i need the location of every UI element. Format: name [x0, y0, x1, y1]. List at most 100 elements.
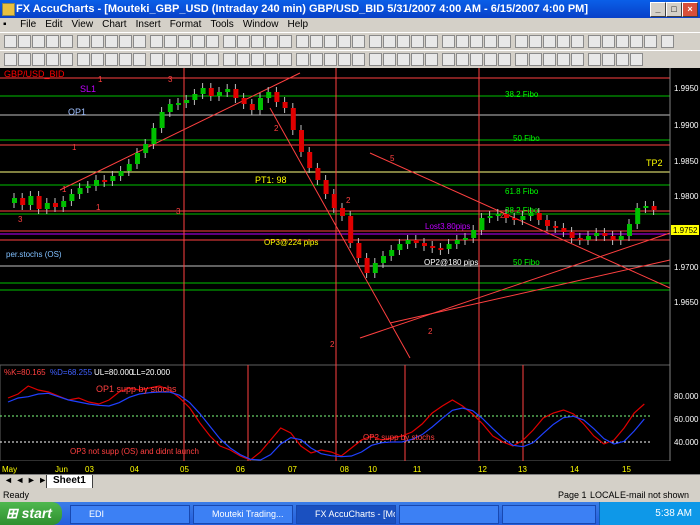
toolbar-button[interactable] — [425, 35, 438, 48]
toolbar-button[interactable] — [164, 53, 177, 66]
toolbar-button[interactable] — [397, 53, 410, 66]
toolbar-button[interactable] — [32, 35, 45, 48]
toolbar-button[interactable] — [369, 53, 382, 66]
toolbar-button[interactable] — [192, 53, 205, 66]
sheet-nav-arrows[interactable]: ◄ ◄ ► ► — [4, 475, 47, 485]
toolbar-button[interactable] — [223, 35, 236, 48]
toolbar-button[interactable] — [352, 53, 365, 66]
toolbar-button[interactable] — [310, 35, 323, 48]
taskbar-item-edi[interactable]: EDI — [70, 505, 190, 524]
toolbar-button[interactable] — [529, 53, 542, 66]
toolbar-button[interactable] — [602, 35, 615, 48]
toolbar-button[interactable] — [588, 35, 601, 48]
menu-insert[interactable]: Insert — [133, 18, 164, 32]
toolbar-button[interactable] — [338, 53, 351, 66]
toolbar-button[interactable] — [630, 35, 643, 48]
toolbar-button[interactable] — [661, 35, 674, 48]
toolbar-button[interactable] — [644, 35, 657, 48]
toolbar-button[interactable] — [265, 35, 278, 48]
toolbar-button[interactable] — [32, 53, 45, 66]
toolbar-button[interactable] — [91, 53, 104, 66]
toolbar-button[interactable] — [456, 53, 469, 66]
tab-sheet1[interactable]: Sheet1 — [46, 475, 93, 489]
toolbar-button[interactable] — [237, 35, 250, 48]
toolbar-button[interactable] — [557, 35, 570, 48]
taskbar-item-mouteki[interactable]: Mouteki Trading... — [193, 505, 293, 524]
menu-help[interactable]: Help — [285, 18, 312, 32]
minimize-button[interactable]: _ — [650, 2, 666, 17]
toolbar-button[interactable] — [192, 35, 205, 48]
toolbar-button[interactable] — [223, 53, 236, 66]
toolbar-button[interactable] — [46, 53, 59, 66]
toolbar-button[interactable] — [369, 35, 382, 48]
toolbar-button[interactable] — [60, 35, 73, 48]
toolbar-button[interactable] — [119, 53, 132, 66]
toolbar-button[interactable] — [515, 53, 528, 66]
toolbar-button[interactable] — [442, 53, 455, 66]
start-button[interactable]: ⊞ start — [0, 502, 62, 525]
menu-chart[interactable]: Chart — [99, 18, 129, 32]
toolbar-button[interactable] — [383, 53, 396, 66]
toolbar-button[interactable] — [18, 35, 31, 48]
toolbar-button[interactable] — [296, 35, 309, 48]
taskbar-item-4[interactable] — [399, 505, 499, 524]
toolbar-button[interactable] — [338, 35, 351, 48]
toolbar-button[interactable] — [206, 53, 219, 66]
maximize-button[interactable]: □ — [666, 2, 682, 17]
menu-view[interactable]: View — [69, 18, 97, 32]
toolbar-button[interactable] — [484, 35, 497, 48]
toolbar-button[interactable] — [251, 35, 264, 48]
toolbar-button[interactable] — [383, 35, 396, 48]
toolbar-button[interactable] — [296, 53, 309, 66]
toolbar-button[interactable] — [425, 53, 438, 66]
toolbar-button[interactable] — [251, 53, 264, 66]
toolbar-button[interactable] — [237, 53, 250, 66]
toolbar-button[interactable] — [206, 35, 219, 48]
toolbar-button[interactable] — [571, 35, 584, 48]
taskbar-item-accucharts[interactable]: FX AccuCharts - [Mou... — [296, 505, 396, 524]
menu-edit[interactable]: Edit — [42, 18, 65, 32]
price-chart[interactable]: 1.99501.99001.98501.98001.97501.97001.96… — [0, 68, 700, 474]
toolbar-button[interactable] — [4, 53, 17, 66]
toolbar-button[interactable] — [133, 35, 146, 48]
toolbar-button[interactable] — [105, 35, 118, 48]
toolbar-button[interactable] — [119, 35, 132, 48]
toolbar-button[interactable] — [18, 53, 31, 66]
toolbar-button[interactable] — [498, 35, 511, 48]
toolbar-button[interactable] — [310, 53, 323, 66]
toolbar-button[interactable] — [150, 35, 163, 48]
toolbar-button[interactable] — [543, 53, 556, 66]
toolbar-button[interactable] — [77, 53, 90, 66]
toolbar-button[interactable] — [60, 53, 73, 66]
toolbar-button[interactable] — [279, 53, 292, 66]
toolbar-button[interactable] — [616, 53, 629, 66]
menu-file[interactable]: File — [17, 18, 39, 32]
toolbar-button[interactable] — [470, 35, 483, 48]
toolbar-button[interactable] — [571, 53, 584, 66]
toolbar-button[interactable] — [484, 53, 497, 66]
toolbar-button[interactable] — [588, 53, 601, 66]
toolbar-button[interactable] — [470, 53, 483, 66]
toolbar-button[interactable] — [602, 53, 615, 66]
toolbar-button[interactable] — [324, 53, 337, 66]
chart-window[interactable]: 1.99501.99001.98501.98001.97501.97001.96… — [0, 68, 700, 474]
toolbar-button[interactable] — [529, 35, 542, 48]
toolbar-button[interactable] — [164, 35, 177, 48]
toolbar-button[interactable] — [397, 35, 410, 48]
toolbar-button[interactable] — [557, 53, 570, 66]
toolbar-button[interactable] — [616, 35, 629, 48]
toolbar-button[interactable] — [352, 35, 365, 48]
toolbar-button[interactable] — [105, 53, 118, 66]
menu-tools[interactable]: Tools — [207, 18, 236, 32]
toolbar-button[interactable] — [411, 35, 424, 48]
close-button[interactable]: × — [682, 2, 698, 17]
toolbar-button[interactable] — [77, 35, 90, 48]
toolbar-button[interactable] — [515, 35, 528, 48]
toolbar-button[interactable] — [279, 35, 292, 48]
toolbar-button[interactable] — [498, 53, 511, 66]
toolbar-button[interactable] — [133, 53, 146, 66]
toolbar-button[interactable] — [543, 35, 556, 48]
toolbar-button[interactable] — [91, 35, 104, 48]
toolbar-button[interactable] — [265, 53, 278, 66]
toolbar-button[interactable] — [4, 35, 17, 48]
